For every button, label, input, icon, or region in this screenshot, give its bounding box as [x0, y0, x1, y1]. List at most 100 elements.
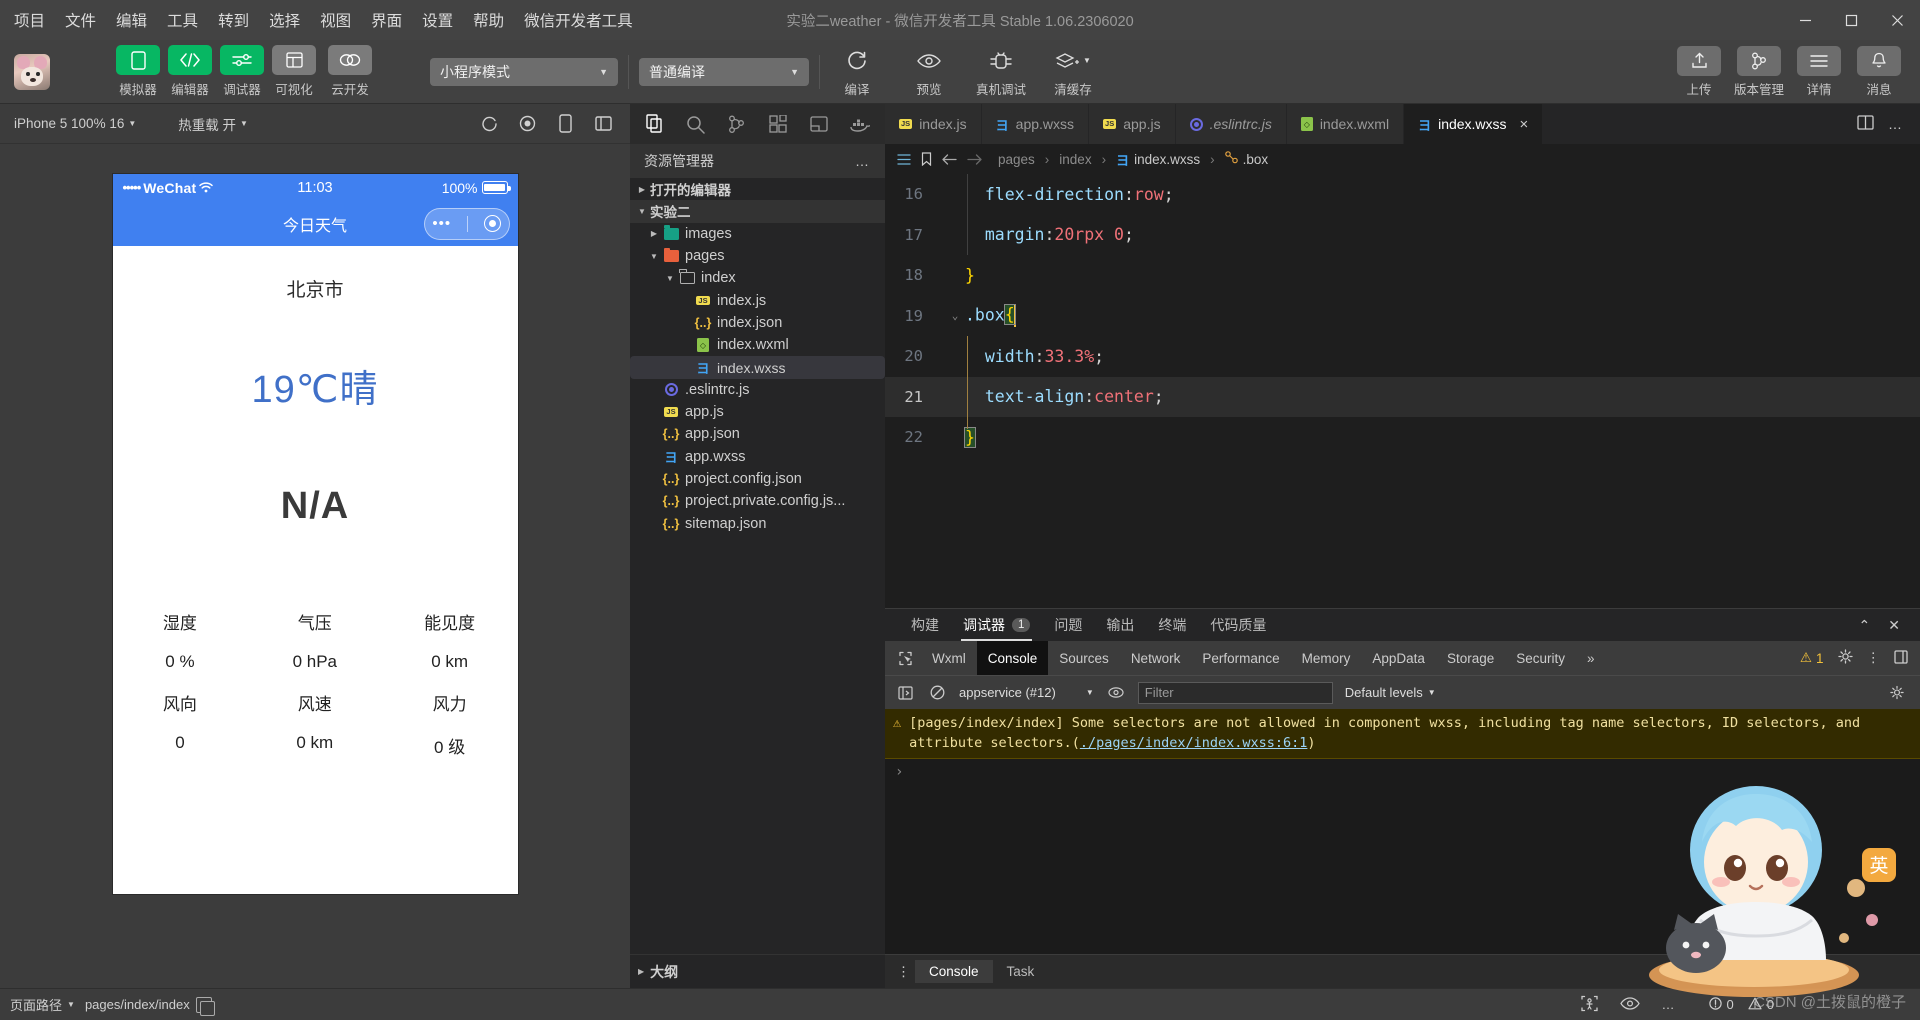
- inspector-tab-sources[interactable]: Sources: [1048, 641, 1120, 675]
- clear-console-icon[interactable]: [927, 683, 947, 703]
- menu-item-project[interactable]: 项目: [14, 9, 45, 31]
- drawer-tab-console[interactable]: Console: [915, 960, 993, 983]
- more-icon[interactable]: …: [1662, 997, 1677, 1012]
- code-editor[interactable]: 16 flex-direction:row; 17 margin:20rpx 0…: [885, 174, 1920, 608]
- messages-button[interactable]: 消息: [1852, 45, 1906, 98]
- tree-item-project-private-config[interactable]: {..} project.private.config.js...: [630, 490, 885, 512]
- breadcrumb-file[interactable]: ヨ index.wxss: [1116, 150, 1200, 169]
- menu-item-interface[interactable]: 界面: [371, 9, 402, 31]
- panel-tab-debugger[interactable]: 调试器 1: [951, 609, 1042, 641]
- tree-item-pages[interactable]: ▼ pages: [630, 245, 885, 267]
- extensions-icon[interactable]: [758, 104, 799, 144]
- tree-item-index-folder[interactable]: ▼ index: [630, 267, 885, 289]
- tree-item-app-wxss[interactable]: ヨ app.wxss: [630, 446, 885, 468]
- tab-app-wxss[interactable]: ヨ app.wxss: [981, 104, 1090, 144]
- accessibility-icon[interactable]: [1580, 995, 1598, 1015]
- panel-tab-output[interactable]: 输出: [1094, 609, 1146, 641]
- tab-app-js[interactable]: JS app.js: [1089, 104, 1176, 144]
- close-icon[interactable]: ×: [1520, 116, 1529, 133]
- dock-icon[interactable]: [1894, 649, 1908, 667]
- error-count-group[interactable]: 0: [1708, 996, 1734, 1013]
- console-levels-select[interactable]: Default levels ▼: [1345, 685, 1436, 700]
- menu-item-help[interactable]: 帮助: [473, 9, 504, 31]
- panel-tab-build[interactable]: 构建: [899, 609, 951, 641]
- console-prompt[interactable]: ›: [885, 759, 1920, 785]
- inspector-tab-console[interactable]: Console: [976, 641, 1049, 675]
- simulator-button[interactable]: 模拟器: [114, 45, 162, 98]
- drawer-more-icon[interactable]: ⋮: [893, 964, 915, 980]
- debug-icon[interactable]: [799, 104, 840, 144]
- more-dots-icon[interactable]: •••: [432, 216, 451, 231]
- tree-item-images[interactable]: ▶ images: [630, 223, 885, 245]
- console-sidebar-icon[interactable]: [895, 683, 915, 703]
- inspector-tab-appdata[interactable]: AppData: [1361, 641, 1436, 675]
- menu-item-goto[interactable]: 转到: [218, 9, 249, 31]
- target-icon[interactable]: [483, 215, 501, 232]
- breadcrumb-index[interactable]: index: [1059, 152, 1091, 167]
- outline-section[interactable]: ▶ 大纲: [630, 954, 885, 988]
- tab-index-wxss[interactable]: ヨ index.wxss ×: [1404, 104, 1544, 144]
- tab-index-wxml[interactable]: ◇ index.wxml: [1286, 104, 1405, 144]
- inspector-tab-wxml[interactable]: Wxml: [921, 641, 977, 675]
- inspector-tab-memory[interactable]: Memory: [1291, 641, 1362, 675]
- compile-select[interactable]: 普通编译 ▼: [639, 57, 809, 86]
- close-icon[interactable]: [1874, 0, 1920, 40]
- menu-item-tools[interactable]: 工具: [167, 9, 198, 31]
- device-toggle-icon[interactable]: [554, 113, 576, 135]
- menu-item-select[interactable]: 选择: [269, 9, 300, 31]
- warning-count-group[interactable]: 0: [1748, 997, 1774, 1013]
- panel-tab-code-quality[interactable]: 代码质量: [1198, 609, 1278, 641]
- menu-item-view[interactable]: 视图: [320, 9, 351, 31]
- wechat-capsule[interactable]: •••: [423, 207, 510, 240]
- user-avatar[interactable]: [14, 53, 50, 90]
- menu-item-settings[interactable]: 设置: [422, 9, 453, 31]
- compile-button[interactable]: 编译: [830, 46, 884, 98]
- menu-item-file[interactable]: 文件: [65, 9, 96, 31]
- inspect-element-icon[interactable]: [889, 651, 921, 666]
- collapse-icon[interactable]: ⌃: [1859, 617, 1871, 634]
- back-arrow-icon[interactable]: [942, 153, 957, 166]
- tree-item-app-js[interactable]: JS app.js: [630, 401, 885, 423]
- cloud-docker-icon[interactable]: [840, 104, 881, 144]
- drawer-tab-task[interactable]: Task: [993, 960, 1049, 983]
- editor-button[interactable]: 编辑器: [166, 45, 214, 98]
- mode-select[interactable]: 小程序模式 ▼: [430, 57, 618, 86]
- inspector-tab-overflow[interactable]: »: [1576, 641, 1606, 675]
- search-icon[interactable]: [675, 104, 716, 144]
- console-warning-link[interactable]: ./pages/index/index.wxss:6:1: [1080, 735, 1308, 751]
- cloud-dev-button[interactable]: 云开发: [322, 45, 378, 98]
- explorer-more-icon[interactable]: …: [855, 153, 871, 169]
- console-context-select[interactable]: appservice (#12) ▼: [959, 685, 1094, 700]
- tree-item-eslintrc[interactable]: .eslintrc.js: [630, 379, 885, 401]
- debugger-button[interactable]: 调试器: [218, 45, 266, 98]
- tree-section-project[interactable]: ▼ 实验二: [630, 200, 885, 223]
- details-button[interactable]: 详情: [1792, 45, 1846, 98]
- hot-reload-select[interactable]: 热重载 开 ▼: [174, 112, 252, 136]
- forward-arrow-icon[interactable]: [967, 153, 982, 166]
- console-settings-gear-icon[interactable]: [1890, 683, 1910, 703]
- source-control-icon[interactable]: [716, 104, 757, 144]
- warning-indicator[interactable]: ⚠ 1: [1800, 650, 1824, 666]
- real-device-debug-button[interactable]: 真机调试: [974, 46, 1028, 98]
- more-actions-icon[interactable]: …: [1888, 116, 1904, 132]
- menu-item-edit[interactable]: 编辑: [116, 9, 147, 31]
- files-icon[interactable]: [634, 104, 675, 144]
- preview-button[interactable]: 预览: [902, 46, 956, 98]
- tree-item-project-config[interactable]: {..} project.config.json: [630, 468, 885, 490]
- tree-item-sitemap[interactable]: {..} sitemap.json: [630, 512, 885, 534]
- console-output[interactable]: ⚠ [pages/index/index] Some selectors are…: [885, 709, 1920, 954]
- copy-icon[interactable]: [195, 996, 215, 1016]
- panel-tab-terminal[interactable]: 终端: [1146, 609, 1198, 641]
- record-icon[interactable]: [516, 113, 538, 135]
- close-icon[interactable]: ✕: [1888, 617, 1900, 634]
- version-control-button[interactable]: 版本管理: [1732, 45, 1786, 98]
- inspector-tab-performance[interactable]: Performance: [1191, 641, 1290, 675]
- tree-item-index-wxss[interactable]: ヨ index.wxss: [630, 356, 885, 379]
- inspector-tab-security[interactable]: Security: [1505, 641, 1576, 675]
- split-icon[interactable]: [592, 113, 614, 135]
- kebab-menu-icon[interactable]: ⋮: [1867, 650, 1881, 666]
- tree-section-open-editors[interactable]: ▶ 打开的编辑器: [630, 178, 885, 200]
- tree-item-index-json[interactable]: {..} index.json: [630, 312, 885, 334]
- gear-icon[interactable]: [1837, 649, 1853, 667]
- minimize-icon[interactable]: [1782, 0, 1828, 40]
